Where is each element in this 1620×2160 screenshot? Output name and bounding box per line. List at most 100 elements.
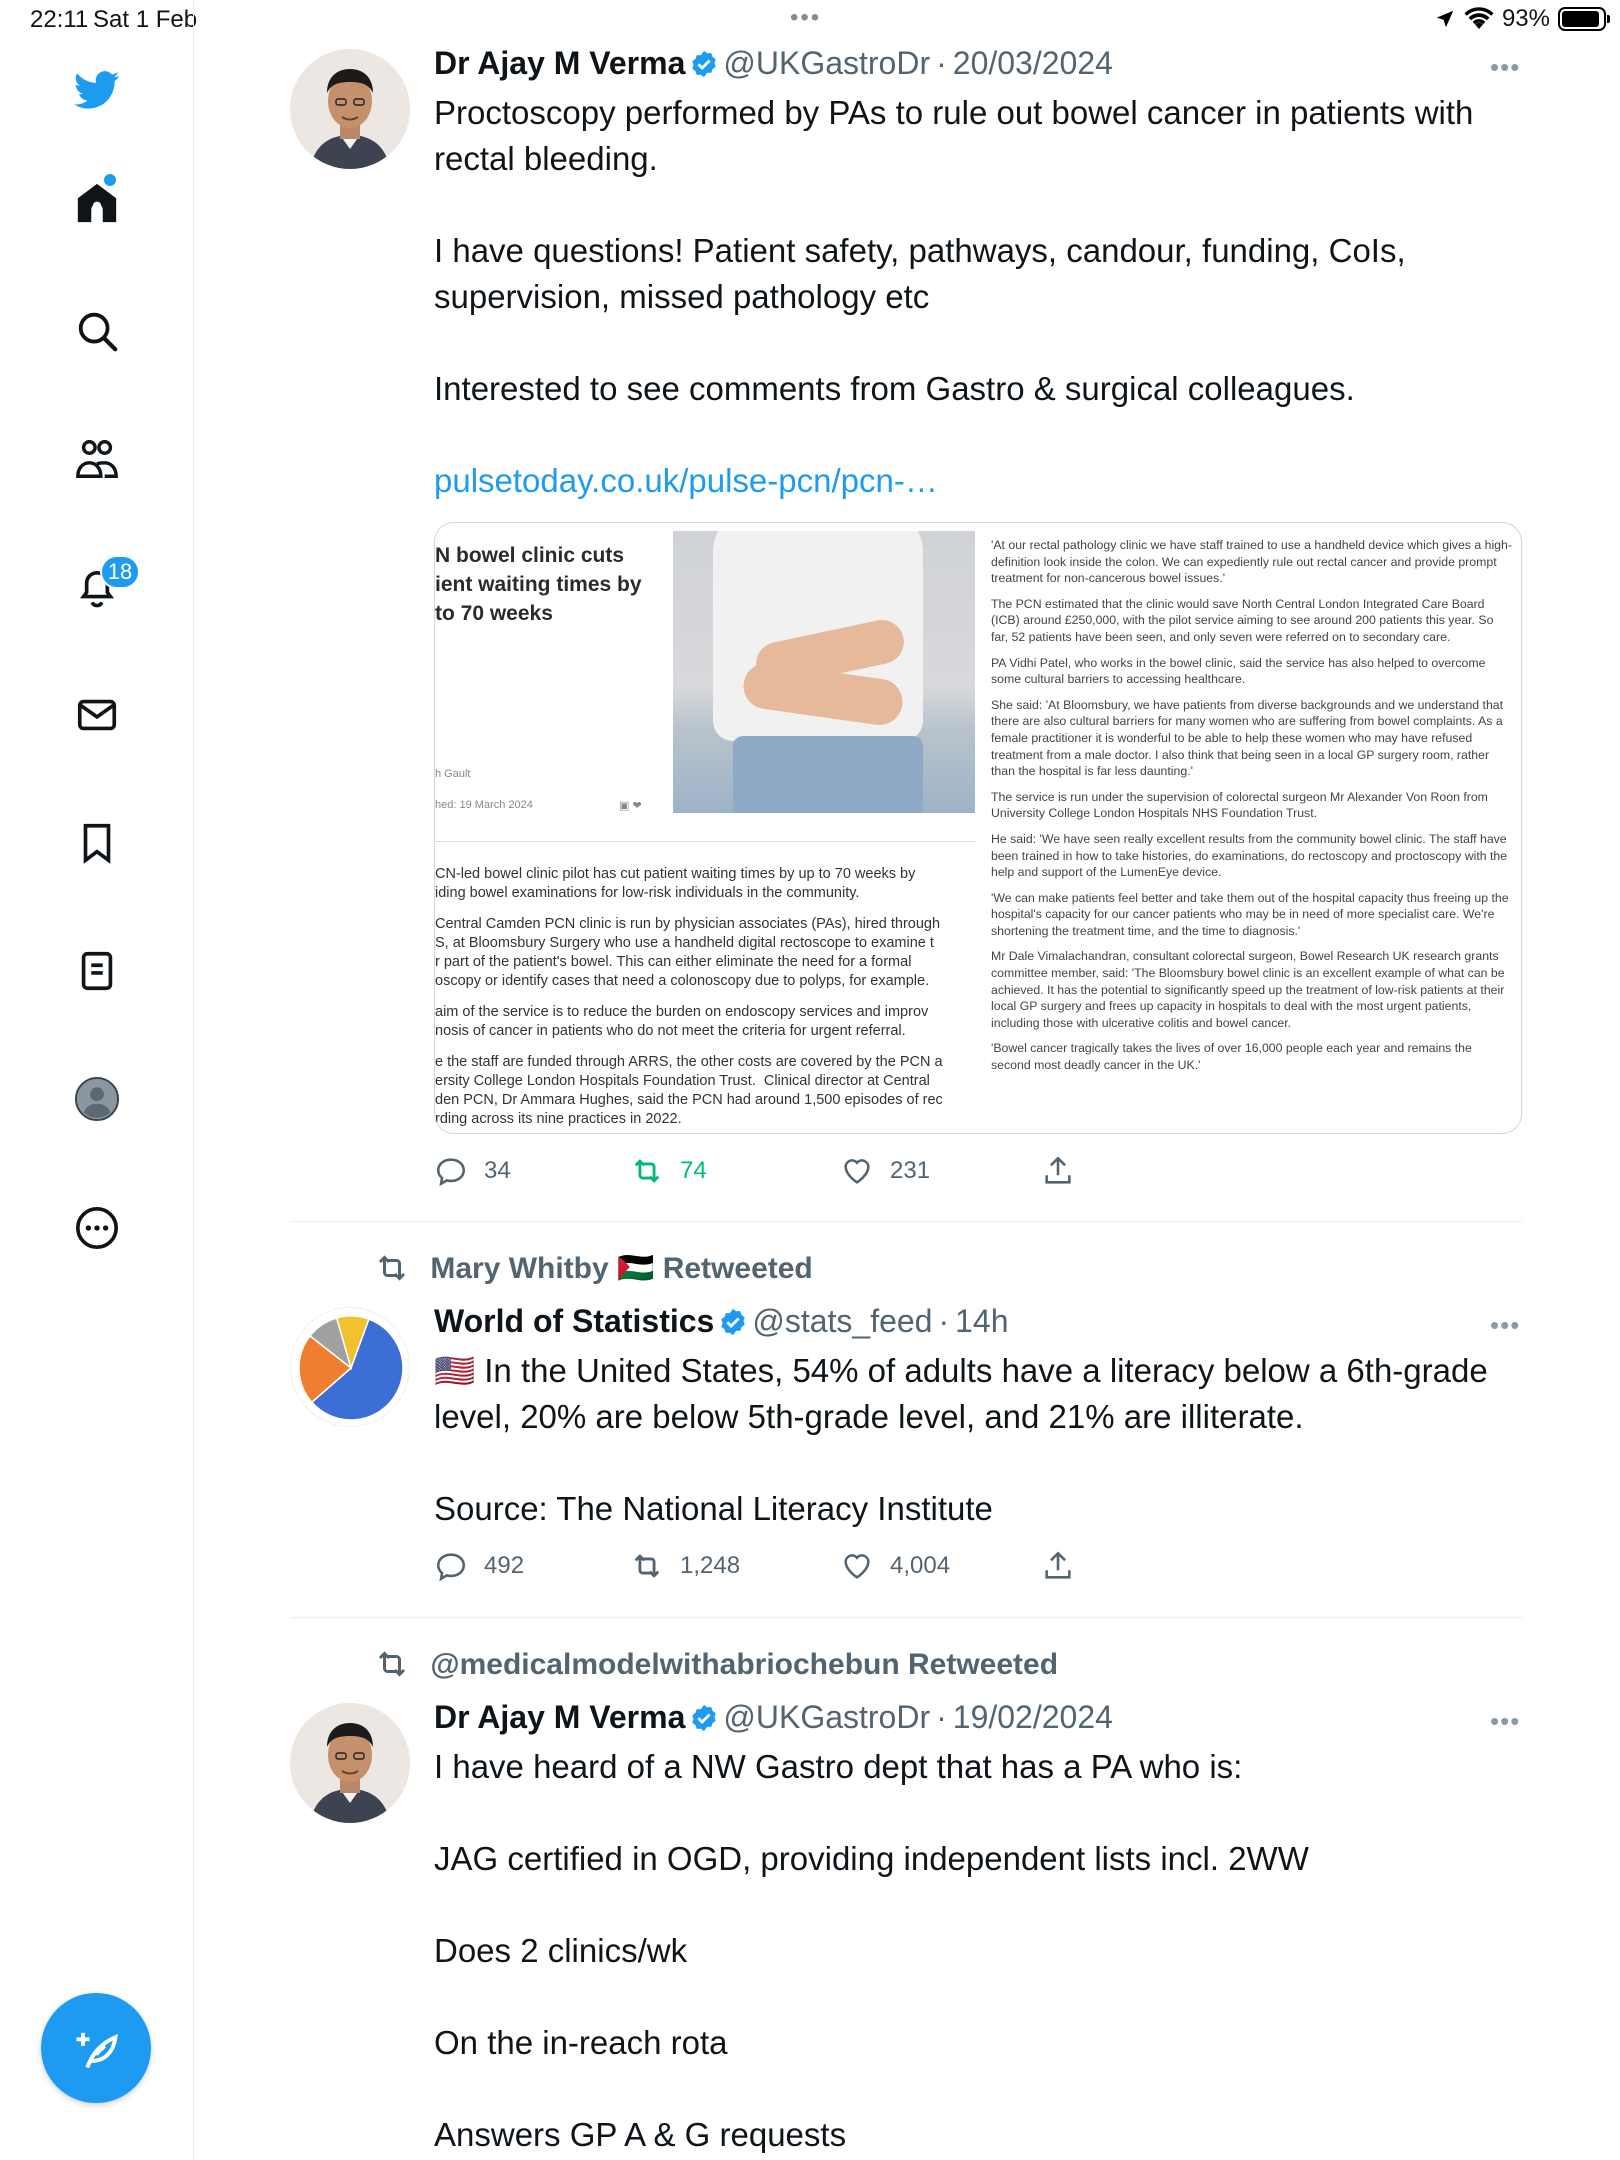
avatar[interactable] [290, 1307, 410, 1427]
tweet-more-icon[interactable]: ••• [1490, 1706, 1620, 1737]
article-photo [673, 531, 975, 813]
reply-count: 34 [484, 1157, 511, 1184]
share-button[interactable] [1041, 1549, 1075, 1583]
multitasking-dots-icon[interactable]: ••• [790, 4, 821, 32]
like-count: 4,004 [890, 1552, 951, 1579]
profile-icon[interactable] [62, 1064, 132, 1134]
author-handle[interactable]: @UKGastroDr [723, 1699, 930, 1735]
article-right-paragraph: He said: 'We have seen really excellent … [991, 831, 1508, 880]
lists-icon[interactable] [62, 936, 132, 1006]
reply-count: 492 [484, 1552, 525, 1579]
compose-feather-icon [76, 2032, 118, 2069]
author-name[interactable]: Dr Ajay M Verma [434, 45, 685, 81]
verified-badge-icon [692, 1704, 717, 1732]
tweet-body: Dr Ajay M Verma @UKGastroDr · 19/02/2024 I … [434, 1696, 1514, 2158]
tweet-header: Dr Ajay M Verma @UKGastroDr · 20/03/2024 [434, 42, 1514, 84]
tweet-more-icon[interactable]: ••• [1490, 52, 1620, 83]
battery-icon [1558, 7, 1610, 31]
notifications-badge: 18 [100, 555, 140, 589]
article-right-paragraph: 'Bowel cancer tragically takes the lives… [991, 1041, 1472, 1073]
avatar[interactable] [290, 1703, 410, 1823]
tweet-date[interactable]: 14h [955, 1303, 1008, 1339]
article-divider [435, 841, 975, 842]
status-bar: 22:11 Sat 1 Feb ••• 93% [0, 0, 1620, 40]
bookmarks-icon[interactable] [62, 808, 132, 878]
compose-tweet-button[interactable] [41, 1993, 151, 2103]
retweet-icon [634, 1159, 660, 1183]
author-handle[interactable]: @stats_feed [752, 1303, 932, 1339]
retweet-icon [634, 1554, 660, 1578]
article-share-icons: ▣ ❤ [619, 800, 642, 812]
author-photo [290, 1703, 410, 1823]
article-headline: N bowel clinic cuts ient waiting times b… [435, 544, 642, 625]
article-author: h Gault [435, 768, 471, 780]
status-right: 93% [1434, 5, 1610, 33]
like-button[interactable]: 4,004 [840, 1549, 950, 1583]
article-right-paragraph: Mr Dale Vimalachandran, consultant color… [991, 949, 1505, 1030]
article-right-paragraph: 'At our rectal pathology clinic we have … [991, 538, 1512, 586]
communities-icon[interactable] [62, 424, 132, 494]
tweet-divider [290, 1617, 1522, 1618]
tweet-text: 🇺🇸 In the United States, 54% of adults h… [434, 1352, 1488, 1527]
dot-separator: · [936, 1699, 947, 1735]
like-button[interactable]: 231 [840, 1154, 930, 1188]
author-handle[interactable]: @UKGastroDr [723, 45, 930, 81]
reply-icon [436, 1553, 466, 1582]
search-icon[interactable] [62, 296, 132, 366]
tweet-more-icon[interactable]: ••• [1490, 1310, 1620, 1341]
retweeted-by[interactable]: Mary Whitby 🇵🇸 Retweeted [430, 1252, 812, 1285]
wifi-icon [1464, 7, 1494, 29]
tweet-date[interactable]: 19/02/2024 [953, 1699, 1113, 1735]
article-image[interactable]: N bowel clinic cuts ient waiting times b… [434, 522, 1522, 1134]
avatar[interactable] [290, 49, 410, 169]
tweet-divider [290, 1221, 1522, 1222]
home-icon[interactable] [62, 168, 132, 238]
article-right-paragraph: 'We can make patients feel better and ta… [991, 890, 1509, 938]
article-left-column: CN-led bowel clinic pilot has cut patien… [435, 865, 975, 1133]
retweet-button[interactable]: 74 [630, 1154, 707, 1188]
article-left-paragraph: e the staff are funded through ARRS, the… [435, 1054, 943, 1127]
author-name[interactable]: World of Statistics [434, 1303, 714, 1339]
heart-icon [844, 1159, 870, 1184]
tweet-text-body: Proctoscopy performed by PAs to rule out… [434, 94, 1474, 407]
location-arrow-icon [1436, 10, 1454, 28]
share-button[interactable] [1041, 1154, 1075, 1188]
author-photo [290, 49, 410, 169]
verified-badge-icon [692, 50, 717, 78]
dot-separator: · [938, 1303, 950, 1339]
retweet-count: 74 [680, 1157, 707, 1184]
author-name[interactable]: Dr Ajay M Verma [434, 1699, 685, 1735]
article-left-paragraph: aim of the service is to reduce the burd… [435, 1004, 929, 1039]
home-unread-dot [104, 174, 116, 186]
retweet-context-icon [378, 1651, 406, 1677]
article-right-paragraph: The PCN estimated that the clinic would … [991, 596, 1494, 644]
retweet-context-icon [378, 1255, 406, 1281]
tweet-actions: 492 1,248 4,004 [434, 1549, 1394, 1589]
messages-icon[interactable] [62, 680, 132, 750]
pie-chart-avatar [298, 1315, 404, 1421]
reply-button[interactable]: 34 [434, 1154, 511, 1188]
heart-icon [844, 1554, 870, 1579]
battery-fill [1562, 11, 1600, 27]
battery-percent: 93% [1501, 5, 1550, 32]
tweet-text: I have heard of a NW Gastro dept that ha… [434, 1748, 1309, 2153]
retweeted-by[interactable]: @medicalmodelwithabriochebun Retweeted [430, 1648, 1058, 1681]
sidebar: 18 [0, 0, 194, 2160]
tweet-date[interactable]: 20/03/2024 [953, 45, 1113, 81]
retweet-count: 1,248 [680, 1552, 741, 1579]
article-right-paragraph: PA Vidhi Patel, who works in the bowel c… [991, 655, 1486, 687]
article-right-paragraph: She said: 'At Bloomsbury, we have patien… [991, 697, 1504, 779]
share-icon [1045, 1156, 1071, 1184]
article-right-paragraph: The service is run under the supervision… [991, 789, 1488, 821]
more-icon[interactable] [62, 1193, 132, 1263]
twitter-logo-icon[interactable] [62, 55, 132, 125]
retweet-button[interactable]: 1,248 [630, 1549, 740, 1583]
share-icon [1045, 1551, 1071, 1579]
verified-badge-icon [721, 1308, 746, 1336]
article-right-column: 'At our rectal pathology clinic we have … [991, 537, 1513, 1083]
reply-button[interactable]: 492 [434, 1549, 524, 1583]
tweet-actions: 34 74 231 [434, 1154, 1394, 1194]
retweet-context: Mary Whitby 🇵🇸 Retweeted [374, 1250, 813, 1286]
tweet-link[interactable]: pulsetoday.co.uk/pulse-pcn/pcn-… [434, 462, 938, 499]
dot-separator: · [936, 45, 947, 81]
